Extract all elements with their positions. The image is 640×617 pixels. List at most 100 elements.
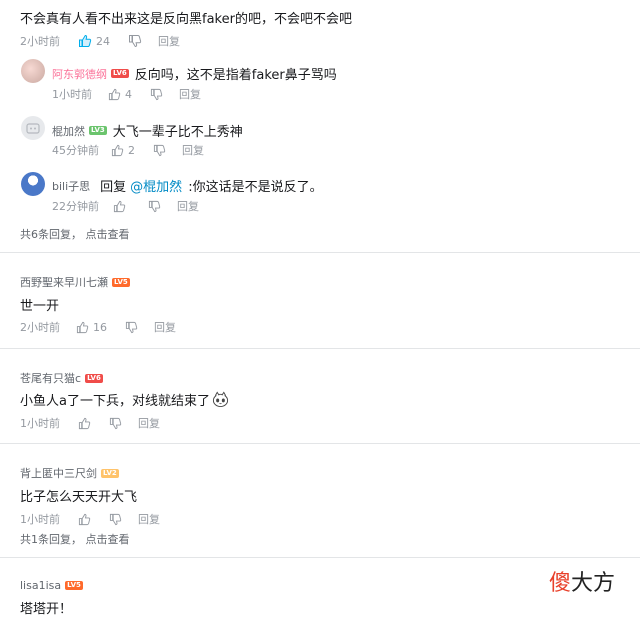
dislike-button[interactable] [125,321,138,334]
comment-user: lisa1isa LV5 [20,579,83,592]
thumb-up-icon [76,321,89,334]
comment-meta: 2小时前 16 回复 [20,319,176,335]
replies-summary: 共1条回复， 点击查看 [20,531,130,547]
comment-user: 背上匿中三尺剑 LV2 [20,465,119,481]
dislike-button[interactable] [150,88,163,101]
comment-time: 2小时前 [20,35,60,48]
dislike-button[interactable] [109,513,122,526]
comment-time: 1小时前 [20,417,60,430]
comment-meta: 1小时前 回复 [20,511,160,527]
level-badge: LV5 [65,581,83,590]
thumb-up-icon [111,144,124,157]
comment-meta: 2小时前 24 回复 [20,33,180,49]
comment-time: 2小时前 [20,321,60,334]
thumb-down-icon [125,321,138,334]
like-button[interactable] [78,513,91,526]
avatar[interactable] [21,59,45,83]
level-badge: LV3 [89,126,107,135]
like-count: 24 [96,34,110,48]
mention-link[interactable]: @棍加然 [130,176,182,195]
dislike-button[interactable] [128,34,142,48]
watermark-part2: 大方 [571,571,616,596]
thumb-up-icon [78,513,91,526]
reply-button[interactable]: 回复 [179,86,201,102]
thumb-down-icon [109,417,122,430]
replies-summary: 共6条回复， 点击查看 [20,226,130,242]
thumb-down-icon [128,34,142,48]
comment-text: 塔塔开！ [20,602,73,617]
watermark-part1: 傻 [549,571,572,596]
view-replies-link[interactable]: 点击查看 [86,228,130,241]
comment-text: 世一开 [20,299,60,314]
reply-text: :你这话是不是说反了。 [188,180,323,195]
level-badge: LV6 [85,373,103,383]
comment-meta: 1小时前 回复 [20,415,160,431]
reply-count-text: 共6条回复， [20,228,82,241]
like-button[interactable]: 4 [108,88,132,101]
username[interactable]: 苍尾有只猫c [20,370,81,386]
username[interactable]: 背上匿中三尺剑 [20,465,97,481]
reply-button[interactable]: 回复 [182,142,204,158]
comment-user: 苍尾有只猫c LV6 [20,370,103,386]
thumb-down-icon [148,200,161,213]
thumb-up-icon [78,417,91,430]
comment-time: 1小时前 [20,513,60,526]
comment-user: 西野聖来早川七瀬 LV5 [20,274,130,290]
username[interactable]: bili子思 [52,178,90,194]
reply-meta: 1小时前 4 回复 [52,86,201,102]
watermark: 傻大方 [549,565,615,597]
avatar[interactable] [21,172,45,196]
thumb-up-icon [78,34,92,48]
dislike-button[interactable] [148,200,161,213]
like-button[interactable]: 24 [78,34,110,48]
reply-meta: 22分钟前 回复 [52,198,199,214]
reply-text: 大飞一辈子比不上秀神 [112,125,243,140]
reply-time: 45分钟前 [52,144,99,157]
reply-user: 阿东郭德纲 LV6 反向吗，这不是指着faker鼻子骂吗 [52,64,337,84]
thumb-down-icon [109,513,122,526]
comment-text: 比子怎么天天开大飞 [20,490,138,505]
reply-prefix: 回复 [100,180,127,195]
level-badge: LV6 [111,69,129,78]
reply-button[interactable]: 回复 [138,415,160,431]
divider [0,348,640,349]
reply-user: 棍加然 LV3 大飞一辈子比不上秀神 [52,121,243,141]
reply-button[interactable]: 回复 [154,319,176,335]
username[interactable]: 棍加然 [52,123,85,139]
thumb-down-icon [153,144,166,157]
dislike-button[interactable] [109,417,122,430]
thumb-down-icon [150,88,163,101]
username[interactable]: 阿东郭德纲 [52,66,107,82]
comment-text: 小鱼人a了一下兵，对线就结束了 [20,394,210,409]
divider [0,443,640,444]
divider [0,252,640,253]
username[interactable]: lisa1isa [20,579,61,592]
like-count: 16 [93,320,107,334]
like-button[interactable]: 2 [111,144,135,157]
like-button[interactable]: 16 [76,321,107,334]
reply-button[interactable]: 回复 [138,511,160,527]
reply-user: bili子思 回复 @棍加然 :你这话是不是说反了。 [52,176,323,196]
avatar[interactable] [21,116,45,140]
level-badge: LV5 [112,277,130,287]
reply-button[interactable]: 回复 [177,198,199,214]
reply-count-text: 共1条回复， [20,533,82,546]
level-badge: LV2 [101,468,119,478]
divider [0,557,640,558]
reply-time: 22分钟前 [52,200,99,213]
reply-meta: 45分钟前 2 回复 [52,142,204,158]
comment-text: 不会真有人看不出来这是反向黑faker的吧，不会吧不会吧 [20,12,352,27]
reply-button[interactable]: 回复 [158,33,180,49]
emoji-face-icon [212,391,229,408]
like-button[interactable] [78,417,91,430]
dislike-button[interactable] [153,144,166,157]
reply-text: 反向吗，这不是指着faker鼻子骂吗 [134,68,337,83]
reply-time: 1小时前 [52,88,92,101]
username[interactable]: 西野聖来早川七瀬 [20,274,108,290]
view-replies-link[interactable]: 点击查看 [86,533,130,546]
like-count: 2 [128,143,135,157]
like-button[interactable] [113,200,126,213]
like-count: 4 [125,87,132,101]
thumb-up-icon [108,88,121,101]
comment-body: 小鱼人a了一下兵，对线就结束了 [20,390,229,409]
